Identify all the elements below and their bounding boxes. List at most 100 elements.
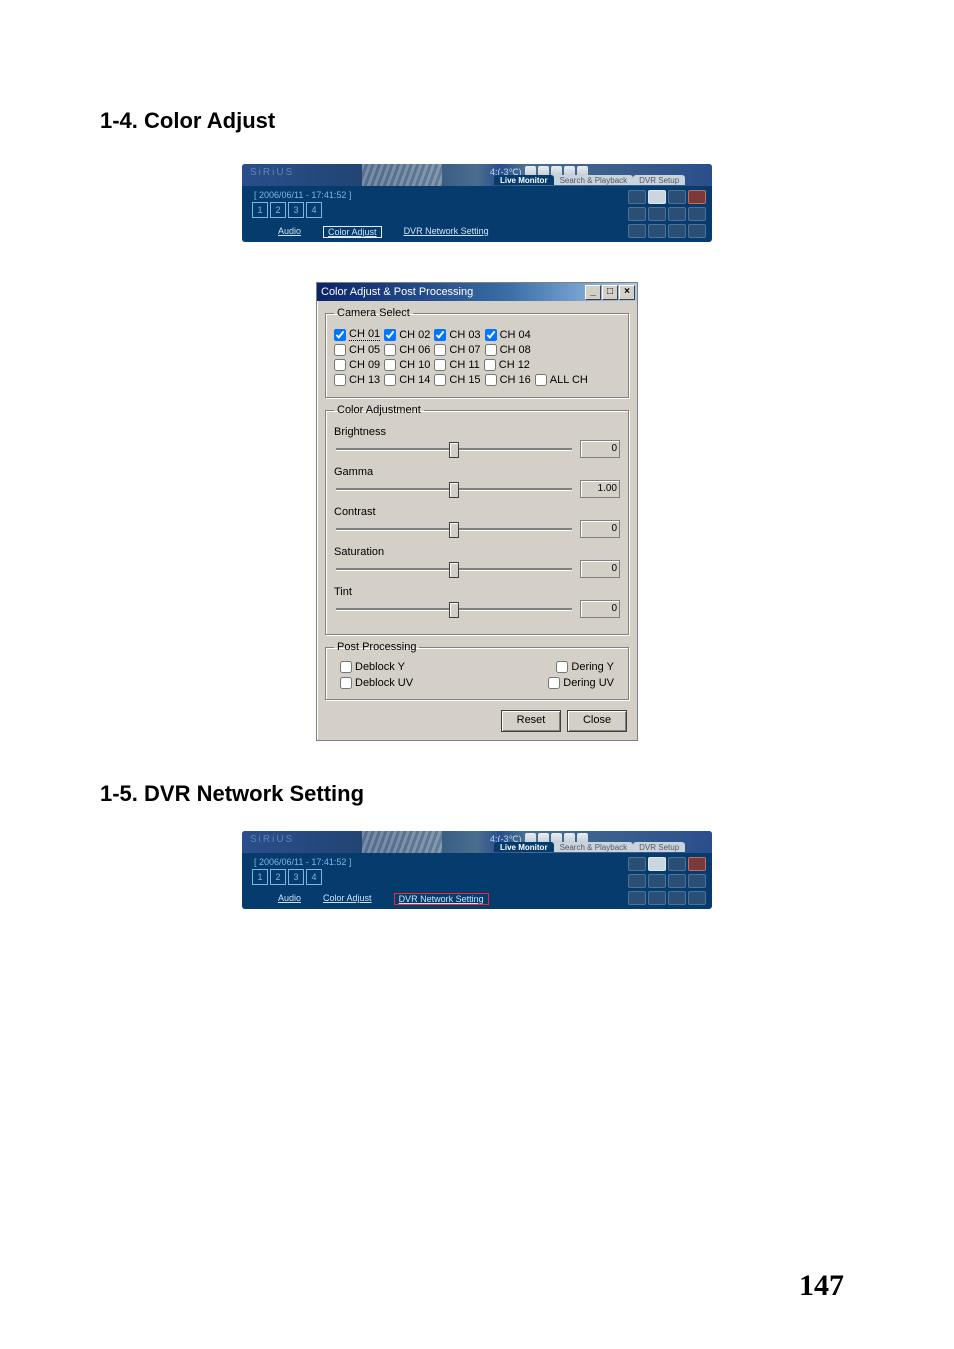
close-button[interactable]: Close	[567, 710, 627, 732]
grid-btn[interactable]	[648, 857, 666, 871]
dering-uv-checkbox[interactable]: Dering UV	[548, 677, 614, 689]
grid-btn[interactable]	[668, 224, 686, 238]
camera-checkbox[interactable]: CH 03	[434, 328, 480, 341]
brightness-slider[interactable]	[334, 440, 574, 458]
color-adjust-link[interactable]: Color Adjust	[323, 226, 382, 238]
app-logo: SiRiUS	[250, 167, 294, 178]
camera-select-legend: Camera Select	[334, 307, 413, 319]
grid-btn[interactable]	[628, 224, 646, 238]
grid-btn[interactable]	[648, 207, 666, 221]
brightness-value: 0	[580, 440, 620, 458]
channel-num-4[interactable]: 4	[306, 202, 322, 218]
color-adjust-link[interactable]: Color Adjust	[323, 893, 372, 905]
tab-live-monitor[interactable]: Live Monitor	[494, 175, 554, 185]
grid-btn[interactable]	[628, 874, 646, 888]
grid-btn[interactable]	[688, 857, 706, 871]
post-processing-group: Post Processing Deblock Y Dering Y Deblo…	[325, 641, 629, 700]
grid-btn[interactable]	[648, 874, 666, 888]
dvr-network-setting-link[interactable]: DVR Network Setting	[394, 893, 489, 905]
channel-num-3[interactable]: 3	[288, 202, 304, 218]
camera-checkbox-label: CH 13	[349, 374, 380, 386]
tab-live-monitor[interactable]: Live Monitor	[494, 842, 554, 852]
grid-btn[interactable]	[668, 207, 686, 221]
camera-checkbox-label: CH 09	[349, 359, 380, 371]
camera-checkbox-label: CH 07	[449, 344, 480, 356]
audio-link[interactable]: Audio	[278, 893, 301, 905]
camera-checkbox[interactable]: CH 02	[384, 328, 430, 341]
camera-checkbox-label: CH 12	[499, 359, 530, 371]
toolstrip-2: SiRiUS 4:(-3℃) Live Monitor Search & Pla…	[242, 831, 712, 909]
section-heading-2: 1-5. DVR Network Setting	[100, 781, 854, 807]
grid-btn[interactable]	[628, 857, 646, 871]
saturation-slider[interactable]	[334, 560, 574, 578]
camera-checkbox-label: CH 16	[500, 374, 531, 386]
camera-checkbox[interactable]: ALL CH	[535, 374, 588, 386]
camera-checkbox[interactable]: CH 11	[434, 359, 479, 371]
tab-search-playback[interactable]: Search & Playback	[554, 175, 634, 185]
grid-btn[interactable]	[688, 874, 706, 888]
channel-num-1[interactable]: 1	[252, 202, 268, 218]
contrast-value: 0	[580, 520, 620, 538]
camera-checkbox-label: CH 10	[399, 359, 430, 371]
deblock-y-checkbox[interactable]: Deblock Y	[340, 661, 405, 673]
deblock-uv-checkbox[interactable]: Deblock UV	[340, 677, 413, 689]
maximize-button[interactable]: □	[602, 285, 618, 300]
dvr-network-setting-link[interactable]: DVR Network Setting	[404, 226, 489, 238]
grid-btn[interactable]	[648, 224, 666, 238]
camera-checkbox[interactable]: CH 04	[485, 328, 531, 341]
camera-checkbox[interactable]: CH 08	[485, 344, 531, 356]
close-window-button[interactable]: ×	[619, 285, 635, 300]
camera-checkbox[interactable]: CH 12	[484, 359, 530, 371]
app-logo: SiRiUS	[250, 834, 294, 845]
page-number: 147	[799, 1269, 844, 1303]
contrast-slider[interactable]	[334, 520, 574, 538]
camera-checkbox-label: CH 01	[349, 328, 380, 341]
grid-btn[interactable]	[628, 190, 646, 204]
camera-checkbox[interactable]: CH 15	[434, 374, 480, 386]
channel-num-2[interactable]: 2	[270, 202, 286, 218]
grid-btn[interactable]	[628, 207, 646, 221]
minimize-button[interactable]: _	[585, 285, 601, 300]
saturation-value: 0	[580, 560, 620, 578]
tab-dvr-setup[interactable]: DVR Setup	[633, 175, 685, 185]
camera-checkbox[interactable]: CH 01	[334, 328, 380, 341]
channel-num-4[interactable]: 4	[306, 869, 322, 885]
grid-btn[interactable]	[648, 190, 666, 204]
tab-dvr-setup[interactable]: DVR Setup	[633, 842, 685, 852]
camera-checkbox-label: CH 05	[349, 344, 380, 356]
grid-btn[interactable]	[668, 190, 686, 204]
camera-checkbox[interactable]: CH 13	[334, 374, 380, 386]
tab-search-playback[interactable]: Search & Playback	[554, 842, 634, 852]
slider-label: Contrast	[334, 506, 620, 518]
grid-btn[interactable]	[688, 190, 706, 204]
grid-btn[interactable]	[688, 224, 706, 238]
grid-btn[interactable]	[628, 891, 646, 905]
gamma-slider[interactable]	[334, 480, 574, 498]
tint-slider[interactable]	[334, 600, 574, 618]
grid-btn[interactable]	[668, 891, 686, 905]
channel-num-1[interactable]: 1	[252, 869, 268, 885]
grid-btn[interactable]	[688, 891, 706, 905]
camera-checkbox-label: CH 15	[449, 374, 480, 386]
slider-label: Brightness	[334, 426, 620, 438]
grid-btn[interactable]	[668, 857, 686, 871]
camera-checkbox[interactable]: CH 06	[384, 344, 430, 356]
reset-button[interactable]: Reset	[501, 710, 561, 732]
channel-num-3[interactable]: 3	[288, 869, 304, 885]
camera-checkbox[interactable]: CH 14	[384, 374, 430, 386]
channel-num-2[interactable]: 2	[270, 869, 286, 885]
camera-checkbox[interactable]: CH 16	[485, 374, 531, 386]
color-adjustment-group: Color Adjustment Brightness0Gamma1.00Con…	[325, 404, 629, 635]
camera-checkbox[interactable]: CH 07	[434, 344, 480, 356]
grid-btn[interactable]	[668, 874, 686, 888]
camera-checkbox[interactable]: CH 10	[384, 359, 430, 371]
slider-label: Gamma	[334, 466, 620, 478]
camera-checkbox[interactable]: CH 09	[334, 359, 380, 371]
grid-btn[interactable]	[688, 207, 706, 221]
dering-uv-label: Dering UV	[563, 677, 614, 689]
grid-btn[interactable]	[648, 891, 666, 905]
camera-checkbox[interactable]: CH 05	[334, 344, 380, 356]
audio-link[interactable]: Audio	[278, 226, 301, 238]
toolstrip-1: SiRiUS 4:(-3℃) Live Monitor Search & Pla…	[242, 164, 712, 242]
dering-y-checkbox[interactable]: Dering Y	[556, 661, 614, 673]
